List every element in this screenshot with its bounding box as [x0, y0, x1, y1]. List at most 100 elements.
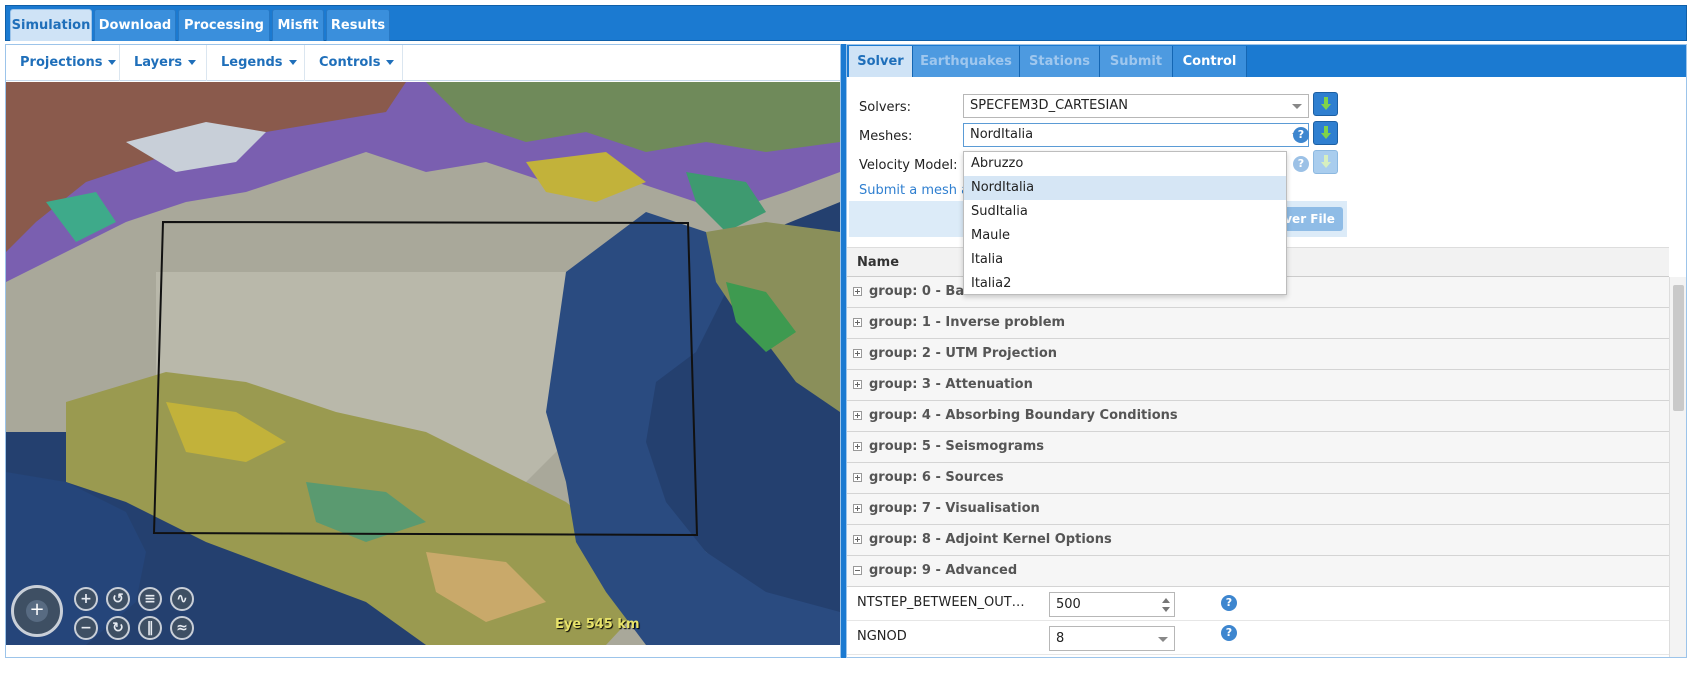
terrain-imagery	[6, 82, 840, 645]
help-icon[interactable]: ?	[1221, 625, 1237, 641]
group-row[interactable]: group: 1 - Inverse problem	[847, 308, 1669, 339]
param-value: 8	[1056, 631, 1065, 646]
app-tab-bar: Simulation Download Processing Misfit Re…	[5, 5, 1687, 41]
mesh-option[interactable]: Maule	[964, 224, 1286, 248]
mesh-option[interactable]: Italia	[964, 248, 1286, 272]
group-row[interactable]: group: 4 - Absorbing Boundary Conditions	[847, 401, 1669, 432]
group-label: group: 8 - Adjoint Kernel Options	[869, 532, 1112, 547]
legends-menu[interactable]: Legends	[207, 45, 305, 81]
solvers-select[interactable]: SPECFEM3D_CARTESIAN	[963, 94, 1309, 118]
group-label: group: 2 - UTM Projection	[869, 346, 1058, 361]
map-panel: Projections Layers Legends Controls + + …	[5, 44, 841, 658]
solver-tab-bar: Solver Earthquakes Stations Submit Contr…	[847, 45, 1686, 77]
tab-solver[interactable]: Solver	[849, 46, 913, 77]
navigation-ring[interactable]: +	[11, 585, 63, 637]
download-velocity-button[interactable]	[1313, 150, 1338, 174]
help-icon[interactable]: ?	[1293, 127, 1309, 143]
help-icon[interactable]: ?	[1293, 156, 1309, 172]
group-row[interactable]: group: 2 - UTM Projection	[847, 339, 1669, 370]
download-icon	[1321, 155, 1331, 168]
expand-icon[interactable]	[853, 473, 862, 482]
layers-menu[interactable]: Layers	[120, 45, 207, 81]
chevron-down-icon	[288, 60, 297, 65]
tab-processing[interactable]: Processing	[178, 9, 270, 41]
scrollbar-thumb[interactable]	[1673, 285, 1684, 411]
meshes-value: NordItalia	[970, 127, 1034, 142]
solvers-value: SPECFEM3D_CARTESIAN	[970, 98, 1128, 113]
legends-label: Legends	[221, 55, 283, 70]
expand-icon[interactable]	[853, 442, 862, 451]
controls-label: Controls	[319, 55, 381, 70]
help-icon[interactable]: ?	[1221, 595, 1237, 611]
mesh-option[interactable]: SudItalia	[964, 200, 1286, 224]
group-row[interactable]: group: 8 - Adjoint Kernel Options	[847, 525, 1669, 556]
zoom-in-icon[interactable]: +	[74, 587, 98, 611]
collapse-icon[interactable]	[853, 566, 862, 575]
exaggerate-up-icon[interactable]: ∿	[170, 587, 194, 611]
group-row[interactable]: group: 3 - Attenuation	[847, 370, 1669, 401]
solver-panel: Solver Earthquakes Stations Submit Contr…	[846, 44, 1687, 658]
expand-icon[interactable]	[853, 380, 862, 389]
group-label: group: 1 - Inverse problem	[869, 315, 1066, 330]
tab-control[interactable]: Control	[1173, 46, 1247, 77]
tab-results[interactable]: Results	[326, 9, 390, 41]
tilt-down-icon[interactable]: ‖	[138, 616, 162, 640]
tab-misfit[interactable]: Misfit	[272, 9, 324, 41]
velocity-model-label: Velocity Model:	[859, 158, 958, 173]
zoom-out-icon[interactable]: −	[74, 616, 98, 640]
spinner-up-icon[interactable]	[1162, 598, 1170, 603]
group-row[interactable]: group: 6 - Sources	[847, 463, 1669, 494]
download-solver-button[interactable]	[1313, 92, 1338, 116]
map-toolbar: Projections Layers Legends Controls	[6, 45, 840, 81]
group-row[interactable]: group: 7 - Visualisation	[847, 494, 1669, 525]
tab-stations[interactable]: Stations	[1020, 46, 1100, 77]
controls-menu[interactable]: Controls	[305, 45, 403, 81]
chevron-down-icon	[188, 60, 197, 65]
expand-icon[interactable]	[853, 349, 862, 358]
tab-submit[interactable]: Submit	[1100, 46, 1173, 77]
expand-icon[interactable]	[853, 287, 862, 296]
tab-download[interactable]: Download	[94, 9, 176, 41]
meshes-select[interactable]: NordItalia	[963, 123, 1309, 147]
expand-icon[interactable]	[853, 535, 862, 544]
tilt-up-icon[interactable]: ≡	[138, 587, 162, 611]
param-number-input[interactable]: 500	[1049, 592, 1175, 617]
rotate-left-icon[interactable]: ↺	[106, 587, 130, 611]
tab-simulation[interactable]: Simulation	[10, 9, 92, 41]
expand-icon[interactable]	[853, 411, 862, 420]
download-icon	[1321, 97, 1331, 110]
meshes-dropdown-list: Abruzzo NordItalia SudItalia Maule Itali…	[963, 151, 1287, 295]
group-label: group: 5 - Seismograms	[869, 439, 1045, 454]
tab-earthquakes[interactable]: Earthquakes	[913, 46, 1020, 77]
exaggerate-down-icon[interactable]: ≈	[170, 616, 194, 640]
param-name: NGNOD	[857, 629, 907, 644]
group-label: group: 7 - Visualisation	[869, 501, 1040, 516]
param-select[interactable]: 8	[1049, 626, 1175, 651]
download-mesh-button[interactable]	[1313, 121, 1338, 145]
spinner-down-icon[interactable]	[1162, 607, 1170, 612]
mesh-option[interactable]: Abruzzo	[964, 152, 1286, 176]
group-label: group: 3 - Attenuation	[869, 377, 1033, 392]
group-label: group: 4 - Absorbing Boundary Conditions	[869, 408, 1178, 423]
grid-scrollbar[interactable]	[1669, 277, 1686, 657]
name-column-header: Name	[857, 255, 900, 270]
submit-mesh-note[interactable]: Submit a mesh an	[859, 183, 977, 198]
pan-icon: +	[26, 600, 48, 622]
param-row: NTSTEP_BETWEEN_OUT… 500 ?	[847, 587, 1669, 621]
parameter-grid: Name group: 0 - Basic group: 1 - Inverse…	[847, 247, 1686, 657]
group-row[interactable]: group: 9 - Advanced	[847, 556, 1669, 587]
param-row: NGNOD 8 ?	[847, 621, 1669, 655]
globe-map[interactable]: + + − ↺ ↻ ≡ ‖ ∿ ≈ Eye 545 km	[6, 82, 840, 645]
solvers-label: Solvers:	[859, 100, 912, 115]
download-icon	[1321, 126, 1331, 139]
mesh-option[interactable]: NordItalia	[964, 176, 1286, 200]
group-label: group: 9 - Advanced	[869, 563, 1018, 578]
expand-icon[interactable]	[853, 318, 862, 327]
expand-icon[interactable]	[853, 504, 862, 513]
rotate-right-icon[interactable]: ↻	[106, 616, 130, 640]
mesh-option[interactable]: Italia2	[964, 272, 1286, 296]
group-row[interactable]: group: 5 - Seismograms	[847, 432, 1669, 463]
projections-menu[interactable]: Projections	[6, 45, 120, 81]
chevron-down-icon	[386, 60, 395, 65]
layers-label: Layers	[134, 55, 183, 70]
